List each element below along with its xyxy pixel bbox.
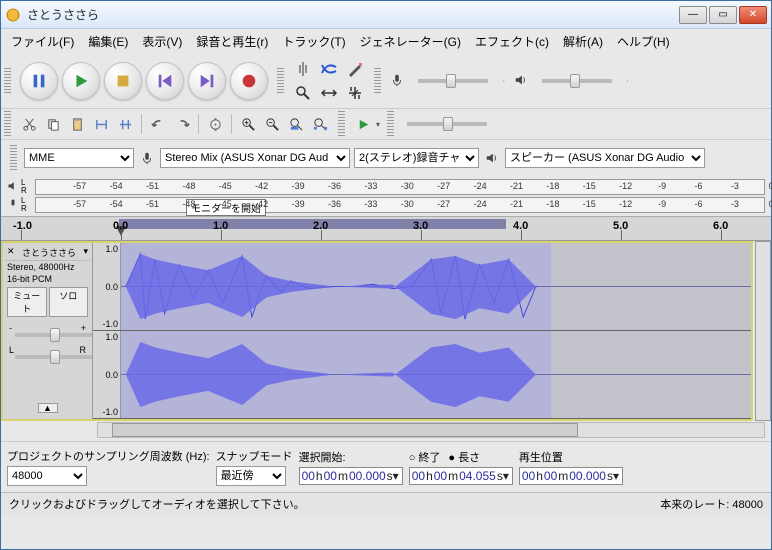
selection-tool[interactable] (291, 58, 315, 80)
track-bitdepth: 16-bit PCM (5, 273, 90, 285)
play-small-button[interactable] (352, 113, 374, 135)
redo-button[interactable] (171, 113, 193, 135)
menu-analysis[interactable]: 解析(A) (557, 31, 609, 52)
play-button[interactable] (62, 62, 100, 100)
snap-select[interactable]: 最近傍 (216, 466, 286, 486)
silence-button[interactable] (114, 113, 136, 135)
close-button[interactable]: ✕ (739, 6, 767, 24)
record-button[interactable] (230, 62, 268, 100)
waveform-right[interactable] (121, 331, 751, 418)
toolbar-grip[interactable] (10, 145, 17, 171)
microphone-icon (7, 198, 19, 212)
sync-lock-button[interactable] (204, 113, 226, 135)
skip-start-button[interactable] (146, 62, 184, 100)
toolbar-grip[interactable] (374, 68, 381, 94)
track-control-panel: ✕ さとうささら ▾ Stereo, 48000Hz 16-bit PCM ミュ… (3, 243, 93, 419)
pan-slider[interactable] (15, 355, 92, 359)
menu-effect[interactable]: エフェクト(c) (469, 31, 555, 52)
transport-toolbar (14, 58, 274, 104)
horizontal-scrollbar[interactable] (97, 422, 765, 438)
track-close-button[interactable]: ✕ (7, 246, 15, 259)
toolbar-grip[interactable] (338, 111, 345, 137)
waveform-left[interactable] (121, 243, 751, 330)
recording-meter[interactable]: モニターを開始 -57-54-51-48-45-42-39-36-33-30-2… (35, 197, 765, 213)
audio-host-select[interactable]: MME (24, 148, 134, 168)
menu-help[interactable]: ヘルプ(H) (611, 31, 676, 52)
zoom-tool[interactable] (291, 82, 315, 104)
window-title: さとうささら (27, 6, 679, 23)
track-name: さとうささら (15, 246, 84, 259)
menu-record[interactable]: 録音と再生(r) (190, 31, 274, 52)
recording-channels-select[interactable]: 2(ステレオ)録音チャン (354, 148, 479, 168)
pause-button[interactable] (20, 62, 58, 100)
recording-device-select[interactable]: Stereo Mix (ASUS Xonar DG Aud (160, 148, 350, 168)
solo-button[interactable]: ソロ (49, 287, 89, 317)
track-menu-button[interactable]: ▾ (83, 246, 88, 259)
status-rate: 本来のレート: 48000 (660, 496, 763, 512)
playback-device-select[interactable]: スピーカー (ASUS Xonar DG Audio (505, 148, 705, 168)
dropdown-icon[interactable]: ▾ (376, 120, 380, 129)
sample-rate-label: プロジェクトのサンプリング周波数 (Hz): (7, 448, 210, 464)
toolbar-grip[interactable] (4, 111, 11, 137)
selection-start-label: 選択開始: (299, 449, 403, 465)
menu-view[interactable]: 表示(V) (136, 31, 188, 52)
play-position-field[interactable]: 00h 00m 00.000s▾ (519, 467, 623, 485)
toolbar-grip[interactable] (387, 111, 394, 137)
skip-end-button[interactable] (188, 62, 226, 100)
end-radio[interactable]: ○ 終了 (409, 449, 441, 465)
minimize-button[interactable]: — (679, 6, 707, 24)
menu-bar: ファイル(F) 編集(E) 表示(V) 録音と再生(r) トラック(T) ジェネ… (1, 29, 771, 54)
maximize-button[interactable]: ▭ (709, 6, 737, 24)
app-icon (5, 7, 21, 23)
paste-button[interactable] (66, 113, 88, 135)
envelope-tool[interactable] (317, 58, 341, 80)
vertical-scrollbar[interactable] (755, 241, 771, 421)
title-bar: さとうささら — ▭ ✕ (1, 1, 771, 29)
menu-track[interactable]: トラック(T) (276, 31, 351, 52)
menu-file[interactable]: ファイル(F) (5, 31, 80, 52)
toolbar-grip[interactable] (4, 68, 11, 94)
selection-length-field[interactable]: 00h 00m 04.055s▾ (409, 467, 513, 485)
menu-generator[interactable]: ジェネレーター(G) (354, 31, 467, 52)
stop-button[interactable] (104, 62, 142, 100)
multi-tool[interactable] (343, 82, 367, 104)
toolbar-grip[interactable] (277, 68, 284, 94)
undo-button[interactable] (147, 113, 169, 135)
zoom-fit-button[interactable] (309, 113, 331, 135)
sample-rate-select[interactable]: 48000 (7, 466, 87, 486)
input-volume-slider[interactable] (418, 79, 488, 83)
zoom-selection-button[interactable] (285, 113, 307, 135)
playback-speed-slider[interactable] (407, 122, 487, 126)
speaker-icon (483, 151, 501, 165)
output-volume-slider[interactable] (542, 79, 612, 83)
timeshift-tool[interactable] (317, 82, 341, 104)
zoom-in-button[interactable] (237, 113, 259, 135)
status-hint: クリックおよびドラッグしてオーディオを選択して下さい。 (9, 496, 305, 512)
length-radio[interactable]: ● 長さ (448, 449, 480, 465)
microphone-icon (138, 151, 156, 165)
zoom-out-button[interactable] (261, 113, 283, 135)
menu-edit[interactable]: 編集(E) (82, 31, 134, 52)
timeline-ruler[interactable]: -1.00.01.02.03.04.05.06.0 (1, 217, 771, 241)
draw-tool[interactable] (343, 58, 367, 80)
trim-button[interactable] (90, 113, 112, 135)
speaker-icon (514, 73, 528, 90)
copy-button[interactable] (42, 113, 64, 135)
cut-button[interactable] (18, 113, 40, 135)
playback-meter[interactable]: -57-54-51-48-45-42-39-36-33-30-27-24-21-… (35, 179, 765, 195)
collapse-button[interactable]: ▲ (38, 403, 58, 413)
speaker-icon (7, 180, 19, 194)
play-position-label: 再生位置 (519, 449, 623, 465)
gain-slider[interactable] (15, 333, 92, 337)
selection-start-field[interactable]: 00h 00m 00.000s▾ (299, 467, 403, 485)
snap-label: スナップモード (216, 448, 293, 464)
track-format: Stereo, 48000Hz (5, 261, 90, 273)
mute-button[interactable]: ミュート (7, 287, 47, 317)
microphone-icon (390, 73, 404, 90)
